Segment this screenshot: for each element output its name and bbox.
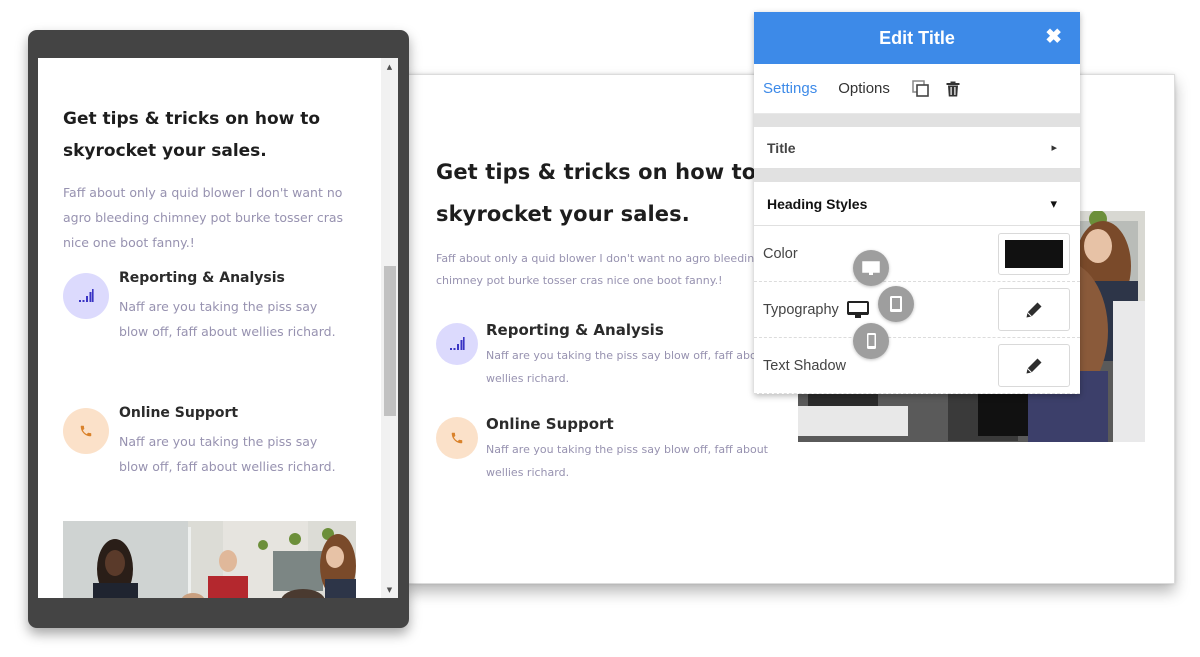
tab-settings[interactable]: Settings	[763, 80, 817, 97]
feature-title: Reporting & Analysis	[119, 270, 285, 286]
tab-options[interactable]: Options	[838, 80, 890, 97]
desktop-icon	[862, 260, 880, 275]
device-option-desktop[interactable]	[853, 250, 889, 286]
section-heading[interactable]: Get tips & tricks on how to skyrocket yo…	[63, 103, 363, 167]
mobile-preview-frame: Get tips & tricks on how to skyrocket yo…	[28, 30, 409, 628]
section-heading[interactable]: Get tips & tricks on how to skyrocket yo…	[436, 151, 776, 235]
signal-bars-icon	[436, 323, 478, 365]
row-color: Color	[754, 226, 1080, 282]
edit-title-panel: Edit Title ✖ Settings Options Title ▸ He…	[754, 12, 1080, 394]
scrollbar-thumb[interactable]	[384, 266, 396, 416]
scrollbar[interactable]: ▲ ▼	[381, 58, 398, 598]
feature-text: Naff are you taking the piss say blow of…	[119, 434, 336, 474]
section-divider	[754, 114, 1080, 127]
tablet-icon	[890, 296, 902, 312]
color-picker-button[interactable]	[998, 232, 1070, 275]
section-label: Heading Styles	[767, 195, 868, 212]
section-label: Title	[767, 139, 796, 156]
signal-bars-icon	[63, 273, 109, 319]
caret-right-icon: ▸	[1051, 142, 1057, 154]
pencil-icon	[1026, 302, 1042, 317]
copy-icon[interactable]	[911, 79, 931, 99]
mobile-icon	[866, 333, 876, 349]
scroll-down-arrow-icon[interactable]: ▼	[381, 581, 398, 598]
panel-title: Edit Title	[879, 27, 955, 48]
color-swatch	[1005, 239, 1063, 268]
text-shadow-edit-button[interactable]	[998, 344, 1070, 387]
row-typography: Typography	[754, 282, 1080, 338]
phone-icon	[436, 417, 478, 459]
panel-tabs: Settings Options	[754, 64, 1080, 114]
typography-edit-button[interactable]	[998, 288, 1070, 331]
section-description[interactable]: Faff about only a quid blower I don't wa…	[436, 248, 766, 292]
section-heading-styles-toggle[interactable]: Heading Styles ▾	[754, 182, 1080, 226]
section-title-toggle[interactable]: Title ▸	[754, 127, 1080, 169]
close-icon[interactable]: ✖	[1045, 25, 1062, 49]
row-text-shadow: Text Shadow	[754, 338, 1080, 394]
device-option-tablet[interactable]	[878, 286, 914, 322]
feature-title: Online Support	[486, 415, 614, 433]
feature-title: Online Support	[119, 405, 239, 421]
phone-icon	[63, 408, 109, 454]
section-description[interactable]: Faff about only a quid blower I don't wa…	[63, 180, 358, 255]
row-label: Typography	[763, 300, 869, 319]
row-label-text: Typography	[763, 301, 839, 318]
pencil-icon	[1026, 358, 1042, 373]
caret-down-icon: ▾	[1050, 195, 1057, 211]
feature-text: Naff are you taking the piss say blow of…	[119, 299, 336, 339]
feature-text: Naff are you taking the piss say blow of…	[486, 443, 768, 479]
mobile-preview-screen: Get tips & tricks on how to skyrocket yo…	[38, 58, 398, 598]
panel-header: Edit Title ✖	[754, 12, 1080, 64]
team-meeting-photo	[63, 521, 356, 598]
row-label: Color	[763, 245, 798, 262]
row-label: Text Shadow	[763, 357, 847, 374]
device-option-mobile[interactable]	[853, 323, 889, 359]
feature-text: Naff are you taking the piss say blow of…	[486, 349, 768, 385]
desktop-icon[interactable]	[846, 300, 869, 319]
trash-icon[interactable]	[943, 79, 963, 99]
feature-title: Reporting & Analysis	[486, 321, 664, 339]
scroll-up-arrow-icon[interactable]: ▲	[381, 58, 398, 75]
section-divider	[754, 169, 1080, 182]
